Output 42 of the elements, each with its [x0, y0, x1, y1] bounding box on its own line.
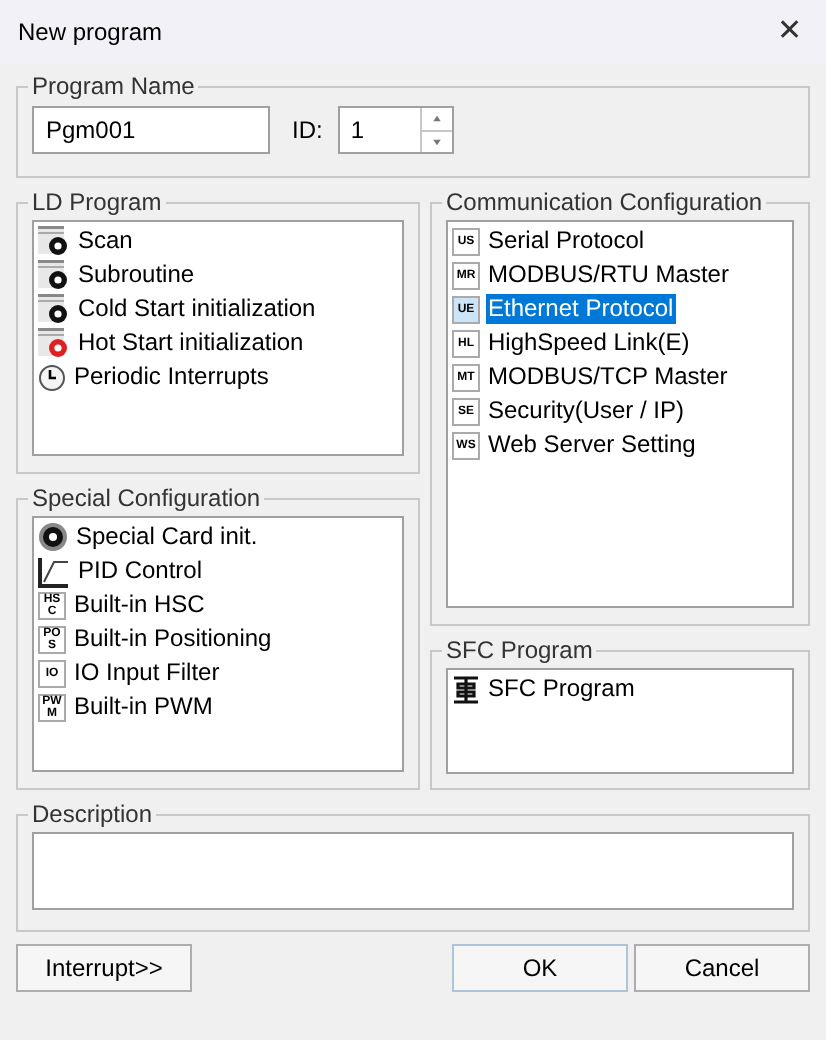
list-item[interactable]: SFC Program — [486, 674, 637, 704]
list-item[interactable]: IO Input Filter — [72, 658, 222, 688]
list-item[interactable]: MODBUS/RTU Master — [486, 260, 731, 290]
group-title: Special Configuration — [30, 482, 263, 516]
cancel-button[interactable]: Cancel — [634, 944, 810, 992]
id-label: ID: — [292, 114, 323, 148]
list-item[interactable]: Serial Protocol — [486, 226, 647, 256]
list-item[interactable]: HighSpeed Link(E) — [486, 328, 692, 358]
name-field[interactable]: Pgm001 — [32, 106, 270, 154]
list-item[interactable]: MODBUS/TCP Master — [486, 362, 730, 392]
list-item[interactable]: Special Card init. — [74, 522, 260, 552]
window-title: New program — [18, 16, 163, 50]
group-title: Program Name — [30, 70, 197, 104]
interrupt-button[interactable]: Interrupt>> — [16, 944, 192, 992]
list-item[interactable]: Cold Start initialization — [76, 294, 318, 324]
list-item[interactable]: Subroutine — [76, 260, 197, 290]
id-spinner[interactable]: 1 — [338, 106, 455, 154]
pid-graph-icon — [38, 555, 70, 587]
sfc-icon — [452, 675, 480, 703]
close-button[interactable]: ✕ — [760, 4, 820, 60]
program-icon — [38, 328, 70, 358]
list-item[interactable]: PID Control — [76, 556, 205, 586]
list-item[interactable]: Web Server Setting — [486, 430, 698, 460]
list-item[interactable]: Security(User / IP) — [486, 396, 687, 426]
list-item[interactable]: Built-in PWM — [72, 692, 215, 722]
list-item[interactable]: Scan — [76, 226, 135, 256]
list-item[interactable]: Built-in Positioning — [72, 624, 274, 654]
clock-icon — [38, 363, 66, 391]
list-item[interactable]: Periodic Interrupts — [72, 362, 271, 392]
program-icon — [38, 294, 70, 324]
card-icon — [38, 522, 68, 552]
group-title: Description — [30, 798, 155, 832]
list-item[interactable]: Hot Start initialization — [76, 328, 306, 358]
group-title: Communication Configuration — [444, 186, 765, 220]
group-title: LD Program — [30, 186, 164, 220]
group-title: SFC Program — [444, 634, 595, 668]
ok-button[interactable]: OK — [452, 944, 628, 992]
description-field[interactable] — [32, 832, 794, 910]
list-item[interactable]: Ethernet Protocol — [486, 294, 676, 324]
program-icon — [38, 260, 70, 290]
list-item[interactable]: Built-in HSC — [72, 590, 207, 620]
program-icon — [38, 226, 70, 256]
